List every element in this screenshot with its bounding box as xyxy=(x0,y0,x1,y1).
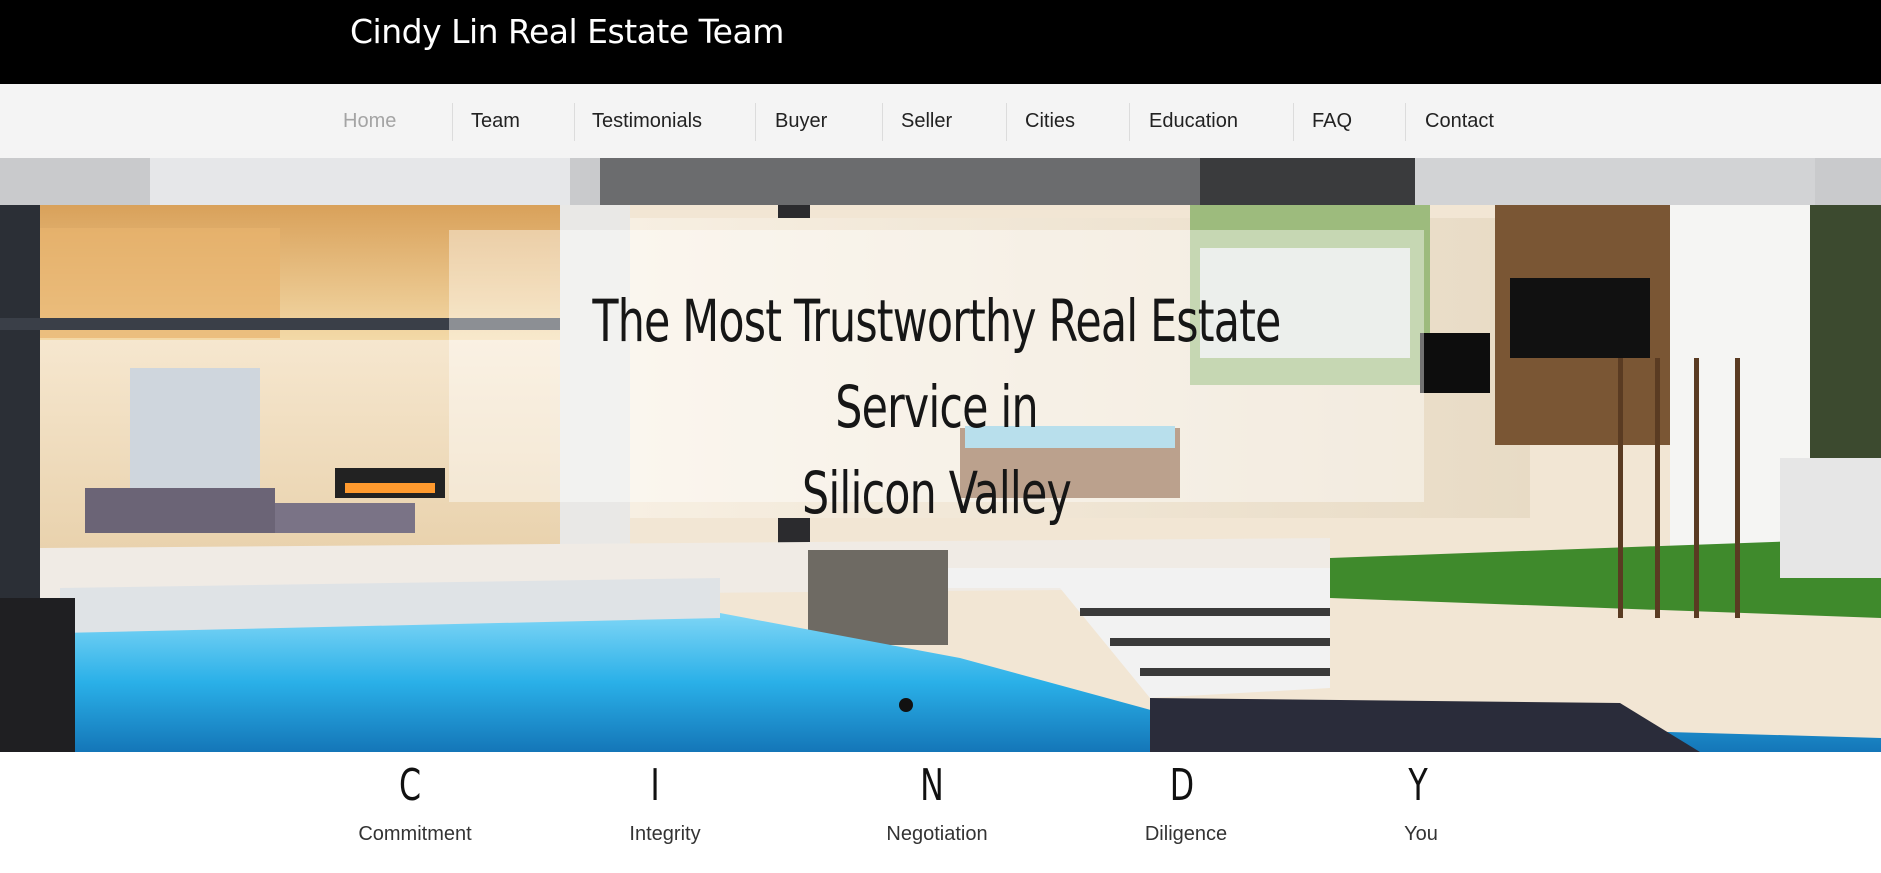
nav-item-home[interactable]: Home xyxy=(343,84,396,158)
nav-item-contact[interactable]: Contact xyxy=(1425,84,1494,158)
nav-item-team[interactable]: Team xyxy=(471,84,520,158)
hero-headline-line2: Silicon Valley xyxy=(802,459,1072,527)
nav-item-testimonials[interactable]: Testimonials xyxy=(592,84,702,158)
nav-divider xyxy=(755,103,756,141)
acronym-word-negotiation: Negotiation xyxy=(886,823,988,845)
nav-item-education[interactable]: Education xyxy=(1149,84,1238,158)
hero-slideshow: The Most Trustworthy Real Estate Service… xyxy=(0,158,1881,752)
nav-divider xyxy=(574,103,575,141)
slide-indicator-dot[interactable] xyxy=(899,698,913,712)
nav-divider xyxy=(1006,103,1007,141)
acronym-word-integrity: Integrity xyxy=(629,823,701,845)
nav-item-buyer[interactable]: Buyer xyxy=(775,84,827,158)
acronym-letter-d: D xyxy=(1169,760,1195,811)
site-title[interactable]: Cindy Lin Real Estate Team xyxy=(350,12,784,51)
nav-item-seller[interactable]: Seller xyxy=(901,84,952,158)
nav-item-faq[interactable]: FAQ xyxy=(1312,84,1352,158)
nav-divider xyxy=(1129,103,1130,141)
site-header: Cindy Lin Real Estate Team xyxy=(0,0,1881,84)
acronym-letter-n: N xyxy=(920,760,944,811)
acronym-letter-i: I xyxy=(650,760,660,811)
acronym-word-you: You xyxy=(1404,823,1438,845)
acronym-word-commitment: Commitment xyxy=(358,823,472,845)
hero-headline-line1: The Most Trustworthy Real Estate Service… xyxy=(592,287,1281,441)
nav-divider xyxy=(452,103,453,141)
nav-divider xyxy=(1293,103,1294,141)
acronym-letter-c: C xyxy=(398,760,422,811)
nav-divider xyxy=(882,103,883,141)
nav-divider xyxy=(1405,103,1406,141)
acronym-word-diligence: Diligence xyxy=(1144,823,1228,845)
hero-headline: The Most Trustworthy Real Estate Service… xyxy=(537,278,1337,536)
main-nav: Home Team Testimonials Buyer Seller Citi… xyxy=(0,84,1881,158)
acronym-letter-y: Y xyxy=(1408,760,1428,811)
nav-item-cities[interactable]: Cities xyxy=(1025,84,1075,158)
